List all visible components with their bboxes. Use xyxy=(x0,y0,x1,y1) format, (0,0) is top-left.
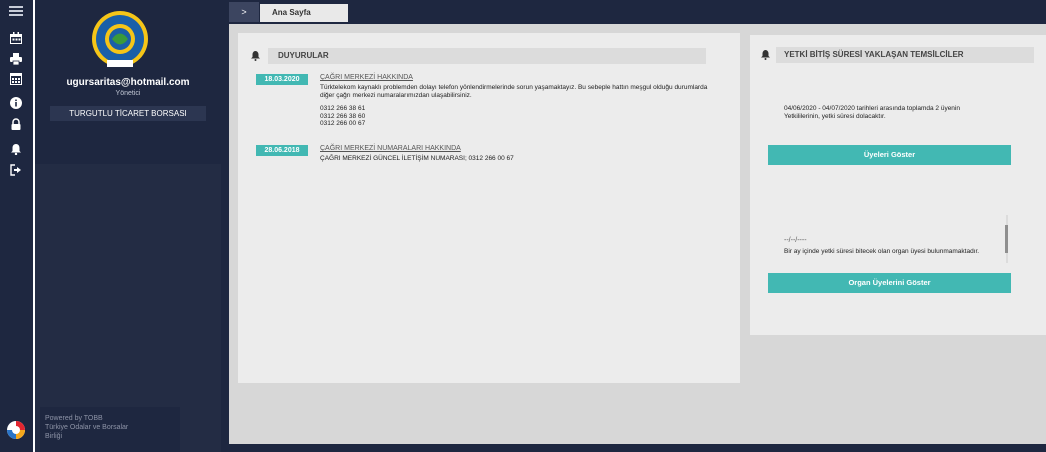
profile-section: ugursaritas@hotmail.com Yönetici TURGUTL… xyxy=(35,0,221,164)
tab-bar: > Ana Sayfa xyxy=(229,2,1046,22)
tab-home[interactable]: Ana Sayfa xyxy=(260,4,348,22)
printer-icon[interactable] xyxy=(8,52,24,66)
powered-line-3: Birliği xyxy=(45,433,63,440)
powered-line-1: Powered by TOBB xyxy=(45,415,103,422)
scrollbar-thumb[interactable] xyxy=(1005,225,1008,253)
calculator-icon[interactable] xyxy=(8,72,24,86)
bell-icon[interactable] xyxy=(8,142,24,156)
announcement-title-link[interactable]: ÇAĞRI MERKEZİ NUMARALARI HAKKINDA xyxy=(320,145,461,152)
content: DUYURULAR 18.03.2020 ÇAĞRI MERKEZİ HAKKI… xyxy=(229,24,1046,444)
user-email: ugursaritas@hotmail.com xyxy=(66,77,190,88)
info-icon[interactable] xyxy=(8,96,24,110)
sidebar: ugursaritas@hotmail.com Yönetici TURGUTL… xyxy=(35,0,221,452)
menu-icon[interactable] xyxy=(8,4,24,18)
phone-number: 0312 266 38 61 xyxy=(320,105,366,112)
date-placeholder: --/--/---- xyxy=(784,237,807,244)
logout-icon[interactable] xyxy=(8,163,24,177)
representatives-title: YETKİ BİTİŞ SÜRESİ YAKLAŞAN TEMSİLCİLER xyxy=(776,47,1034,63)
main-area: > Ana Sayfa DUYURULAR 18.03.2020 ÇAĞRI M… xyxy=(221,0,1046,452)
phone-number: 0312 266 00 67 xyxy=(320,120,366,127)
tobb-logo-icon xyxy=(6,420,26,440)
announcement-title-link[interactable]: ÇAĞRI MERKEZİ HAKKINDA xyxy=(320,74,413,81)
org-logo xyxy=(90,10,150,68)
announcements-panel: DUYURULAR 18.03.2020 ÇAĞRI MERKEZİ HAKKI… xyxy=(238,33,740,383)
show-members-button[interactable]: Üyeleri Göster xyxy=(768,145,1011,165)
organ-note: Bir ay içinde yetki süresi bitecek olan … xyxy=(784,248,980,255)
phone-number: 0312 266 38 60 xyxy=(320,112,366,120)
powered-line-2: Türkiye Odalar ve Borsalar xyxy=(45,424,129,431)
announcements-title: DUYURULAR xyxy=(268,48,706,64)
show-organ-members-button[interactable]: Organ Üyelerini Göster xyxy=(768,273,1011,293)
calendar-icon[interactable] xyxy=(8,31,24,45)
powered-by: Powered by TOBB Türkiye Odalar ve Borsal… xyxy=(40,407,180,452)
lock-icon[interactable] xyxy=(8,117,24,131)
announcement-body: ÇAĞRI MERKEZİ GÜNCEL İLETİŞİM NUMARASI; … xyxy=(320,155,514,162)
representatives-info: 04/06/2020 - 04/07/2020 tarihleri arasın… xyxy=(784,105,960,120)
date-badge: 18.03.2020 xyxy=(256,74,308,85)
bell-icon xyxy=(250,50,262,62)
announcement-body: Türktelekom kaynaklı problemden dolayı t… xyxy=(320,84,720,128)
icon-rail xyxy=(0,0,33,452)
tab-toggle-button[interactable]: > xyxy=(229,2,259,22)
organization-button[interactable]: TURGUTLU TİCARET BORSASI xyxy=(50,106,206,121)
bell-icon xyxy=(760,49,772,61)
date-badge: 28.06.2018 xyxy=(256,145,308,156)
announcement-text: Türktelekom kaynaklı problemden dolayı t… xyxy=(320,84,708,99)
representatives-panel: YETKİ BİTİŞ SÜRESİ YAKLAŞAN TEMSİLCİLER … xyxy=(750,35,1046,335)
user-role: Yönetici xyxy=(115,90,141,97)
